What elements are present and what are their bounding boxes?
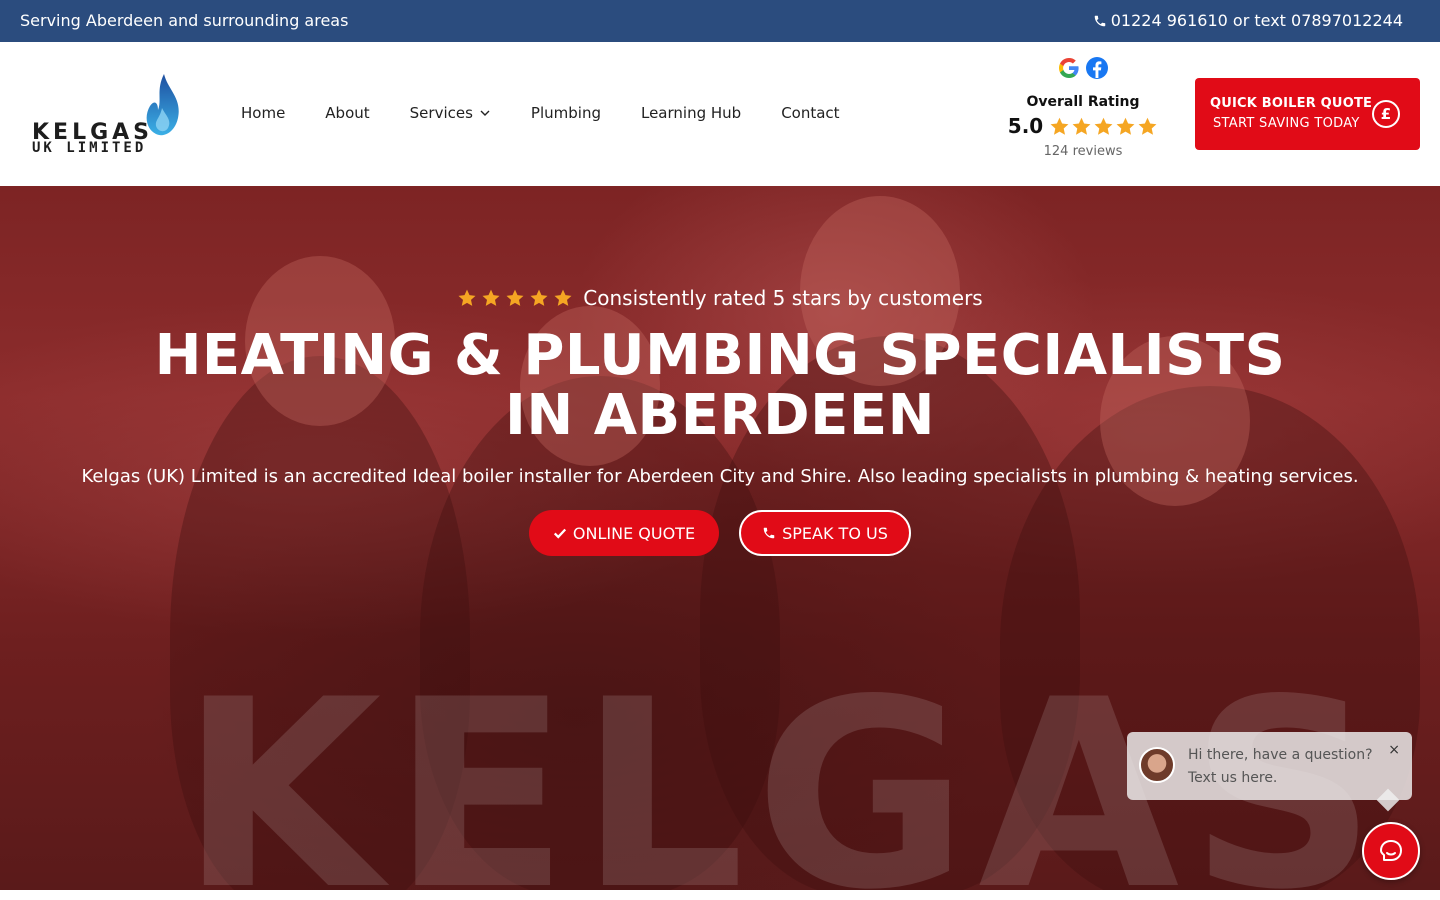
- nav-label[interactable]: Plumbing: [531, 104, 601, 122]
- hero-headline: HEATING & PLUMBING SPECIALISTS IN ABERDE…: [154, 323, 1286, 448]
- star-icon: [458, 289, 476, 306]
- speak-to-us-label[interactable]: SPEAK TO US: [782, 524, 888, 543]
- hero-tagline: Consistently rated 5 stars by customers: [0, 286, 1440, 310]
- star-icon: [554, 289, 572, 306]
- quick-boiler-quote-button[interactable]: QUICK BOILER QUOTE START SAVING TODAY £: [1195, 78, 1420, 150]
- facebook-icon: [1086, 57, 1108, 79]
- chat-prompt[interactable]: Hi there, have a question? Text us here.…: [1127, 732, 1412, 812]
- review-brands: [1003, 56, 1163, 84]
- chat-icon: [1380, 840, 1402, 861]
- nav-label[interactable]: Home: [241, 104, 285, 122]
- chat-prompt-text[interactable]: Hi there, have a question? Text us here.: [1188, 744, 1378, 790]
- online-quote-button[interactable]: ONLINE QUOTE: [529, 510, 719, 556]
- cta-line-2[interactable]: START SAVING TODAY: [1213, 116, 1360, 131]
- hero-buttons: ONLINE QUOTE SPEAK TO US: [0, 510, 1440, 556]
- phone-icon: [763, 527, 775, 539]
- top-bar: Serving Aberdeen and surrounding areas 0…: [0, 0, 1440, 42]
- speak-to-us-button[interactable]: SPEAK TO US: [739, 510, 911, 556]
- service-area-text: Serving Aberdeen and surrounding areas: [20, 11, 349, 30]
- pound-icon: £: [1372, 100, 1400, 128]
- star-icon: [506, 289, 524, 306]
- rating-score-row: 5.0: [1003, 114, 1163, 138]
- nav-label[interactable]: Services: [410, 104, 473, 122]
- rating-stars: [1049, 116, 1158, 137]
- agent-avatar: [1139, 747, 1175, 783]
- hero-description: Kelgas (UK) Limited is an accredited Ide…: [81, 466, 1359, 487]
- review-count[interactable]: 124 reviews: [1003, 144, 1163, 159]
- logo-subtitle: UK LIMITED: [32, 140, 147, 156]
- star-icon: [1050, 117, 1069, 135]
- nav-item-contact[interactable]: Contact: [781, 104, 839, 122]
- nav-item-services[interactable]: Services: [410, 104, 491, 122]
- star-icon: [1094, 117, 1113, 135]
- tagline-text: Consistently rated 5 stars by customers: [583, 286, 983, 310]
- nav-item-learning-hub[interactable]: Learning Hub: [641, 104, 741, 122]
- main-nav: Home About Services Plumbing Learning Hu…: [241, 104, 840, 122]
- kelgas-logo[interactable]: KELGAS UK LIMITED: [30, 70, 185, 160]
- chat-launcher-button[interactable]: [1362, 822, 1420, 880]
- star-icon: [530, 289, 548, 306]
- phone-text[interactable]: 01224 961610 or text 07897012244: [1111, 11, 1403, 30]
- online-quote-label[interactable]: ONLINE QUOTE: [573, 524, 695, 543]
- chevron-down-icon[interactable]: [479, 107, 491, 119]
- star-icon: [482, 289, 500, 306]
- tagline-stars: [457, 288, 573, 308]
- nav-item-about[interactable]: About: [325, 104, 369, 122]
- nav-label[interactable]: About: [325, 104, 369, 122]
- site-header: KELGAS UK LIMITED Home About Services Pl…: [0, 42, 1440, 186]
- check-icon: [553, 528, 567, 539]
- star-icon: [1138, 117, 1157, 135]
- close-icon[interactable]: ×: [1388, 742, 1400, 758]
- cta-line-1[interactable]: QUICK BOILER QUOTE: [1210, 96, 1372, 111]
- google-icon: [1059, 58, 1079, 78]
- nav-item-home[interactable]: Home: [241, 104, 285, 122]
- overall-rating-widget[interactable]: Overall Rating 5.0 124 reviews: [1003, 56, 1163, 159]
- star-icon: [1116, 117, 1135, 135]
- nav-label[interactable]: Contact: [781, 104, 839, 122]
- phone-contact[interactable]: 01224 961610 or text 07897012244: [1093, 11, 1403, 30]
- rating-title: Overall Rating: [1026, 94, 1140, 110]
- nav-label[interactable]: Learning Hub: [641, 104, 741, 122]
- rating-score: 5.0: [1007, 114, 1044, 138]
- star-icon: [1072, 117, 1091, 135]
- phone-icon: [1094, 15, 1105, 26]
- nav-item-plumbing[interactable]: Plumbing: [531, 104, 601, 122]
